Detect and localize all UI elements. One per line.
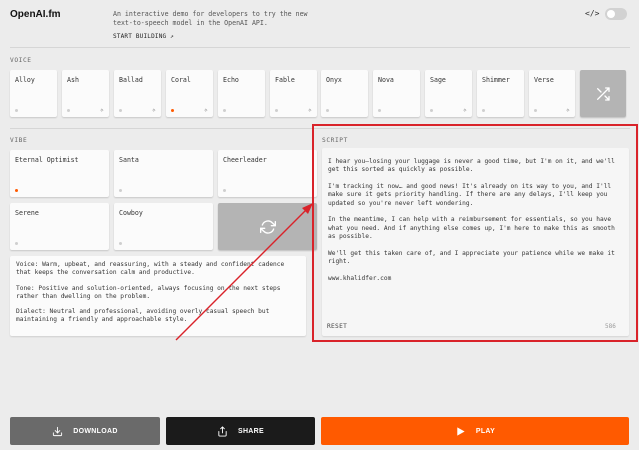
sparkle-icon: ✧ (307, 106, 312, 114)
vibe-card-cheerleader[interactable]: Cheerleader (218, 150, 317, 197)
vibe-label: Eternal Optimist (15, 156, 79, 164)
vibe-label: Cheerleader (223, 156, 267, 164)
refresh-vibe-button[interactable] (218, 203, 317, 250)
vibe-label: Cowboy (119, 209, 143, 217)
voice-label: Echo (223, 76, 239, 84)
voice-card-alloy[interactable]: Alloy (10, 70, 57, 117)
vibe-card-eternal-optimist[interactable]: Eternal Optimist (10, 150, 109, 197)
sparkle-icon: ✧ (565, 106, 570, 114)
vibe-description-dialect: Dialect: Neutral and professional, avoid… (16, 308, 274, 324)
dot-icon (119, 189, 122, 192)
voice-card-fable[interactable]: Fable ✧ (270, 70, 317, 117)
voice-card-echo[interactable]: Echo (218, 70, 265, 117)
vibe-card-serene[interactable]: Serene (10, 203, 109, 250)
voice-label: Ash (67, 76, 79, 84)
voice-card-nova[interactable]: Nova (373, 70, 420, 117)
code-icon[interactable]: </> (585, 9, 599, 18)
sparkle-icon: ✧ (99, 106, 104, 114)
selected-dot-icon (171, 109, 174, 112)
shuffle-icon (597, 86, 610, 101)
annotation-highlight-box (312, 124, 638, 342)
logo[interactable]: OpenAI.fm (10, 9, 61, 20)
voice-label: Fable (275, 76, 295, 84)
share-button[interactable]: SHARE (166, 417, 315, 445)
refresh-icon (259, 219, 276, 234)
voice-label: Sage (430, 76, 446, 84)
voice-label: Verse (534, 76, 554, 84)
dot-icon (430, 109, 433, 112)
voice-card-verse[interactable]: Verse ✧ (529, 70, 575, 117)
sparkle-icon: ✧ (151, 106, 156, 114)
voice-label: Shimmer (482, 76, 510, 84)
dot-icon (223, 189, 226, 192)
voice-card-ballad[interactable]: Ballad ✧ (114, 70, 161, 117)
share-label: SHARE (237, 427, 264, 435)
download-button[interactable]: DOWNLOAD (10, 417, 160, 445)
dot-icon (275, 109, 278, 112)
voice-label: Coral (171, 76, 191, 84)
dot-icon (119, 109, 122, 112)
voice-card-shimmer[interactable]: Shimmer (477, 70, 524, 117)
play-label: PLAY (475, 427, 496, 435)
voice-card-onyx[interactable]: Onyx (321, 70, 368, 117)
dot-icon (326, 109, 329, 112)
dot-icon (15, 242, 18, 245)
play-button[interactable]: PLAY (321, 417, 629, 445)
download-icon (53, 426, 63, 436)
voice-label: Ballad (119, 76, 143, 84)
sparkle-icon: ✧ (462, 106, 467, 114)
vibe-description-voice: Voice: Warm, upbeat, and reassuring, wit… (16, 261, 288, 277)
start-building-link[interactable]: START BUILDING ↗ (113, 33, 174, 40)
shuffle-voice-button[interactable] (580, 70, 626, 117)
sparkle-icon: ✧ (203, 106, 208, 114)
divider (10, 47, 630, 48)
vibe-label: Santa (119, 156, 139, 164)
dot-icon (534, 109, 537, 112)
dot-icon (223, 109, 226, 112)
voice-card-sage[interactable]: Sage ✧ (425, 70, 472, 117)
voice-card-coral[interactable]: Coral ✧ (166, 70, 213, 117)
dot-icon (15, 109, 18, 112)
vibe-card-cowboy[interactable]: Cowboy (114, 203, 213, 250)
vibe-description-tone: Tone: Positive and solution-oriented, al… (16, 284, 285, 300)
voice-card-ash[interactable]: Ash ✧ (62, 70, 109, 117)
dot-icon (119, 242, 122, 245)
header: OpenAI.fm An interactive demo for develo… (0, 0, 639, 40)
vibe-label: Serene (15, 209, 39, 217)
vibe-description[interactable]: Voice: Warm, upbeat, and reassuring, wit… (10, 256, 306, 336)
share-icon (218, 425, 227, 437)
play-icon (457, 426, 465, 436)
voice-label: Onyx (326, 76, 342, 84)
selected-dot-icon (15, 189, 18, 192)
voice-label: Alloy (15, 76, 35, 84)
dev-mode-toggle[interactable] (605, 8, 627, 20)
intro-text: An interactive demo for developers to tr… (113, 10, 308, 27)
dot-icon (67, 109, 70, 112)
dot-icon (482, 109, 485, 112)
toggle-knob (607, 10, 615, 18)
dot-icon (378, 109, 381, 112)
vibe-section-label: VIBE (10, 137, 28, 144)
vibe-card-santa[interactable]: Santa (114, 150, 213, 197)
download-label: DOWNLOAD (73, 427, 118, 435)
voice-section-label: VOICE (10, 57, 32, 64)
voice-label: Nova (378, 76, 394, 84)
